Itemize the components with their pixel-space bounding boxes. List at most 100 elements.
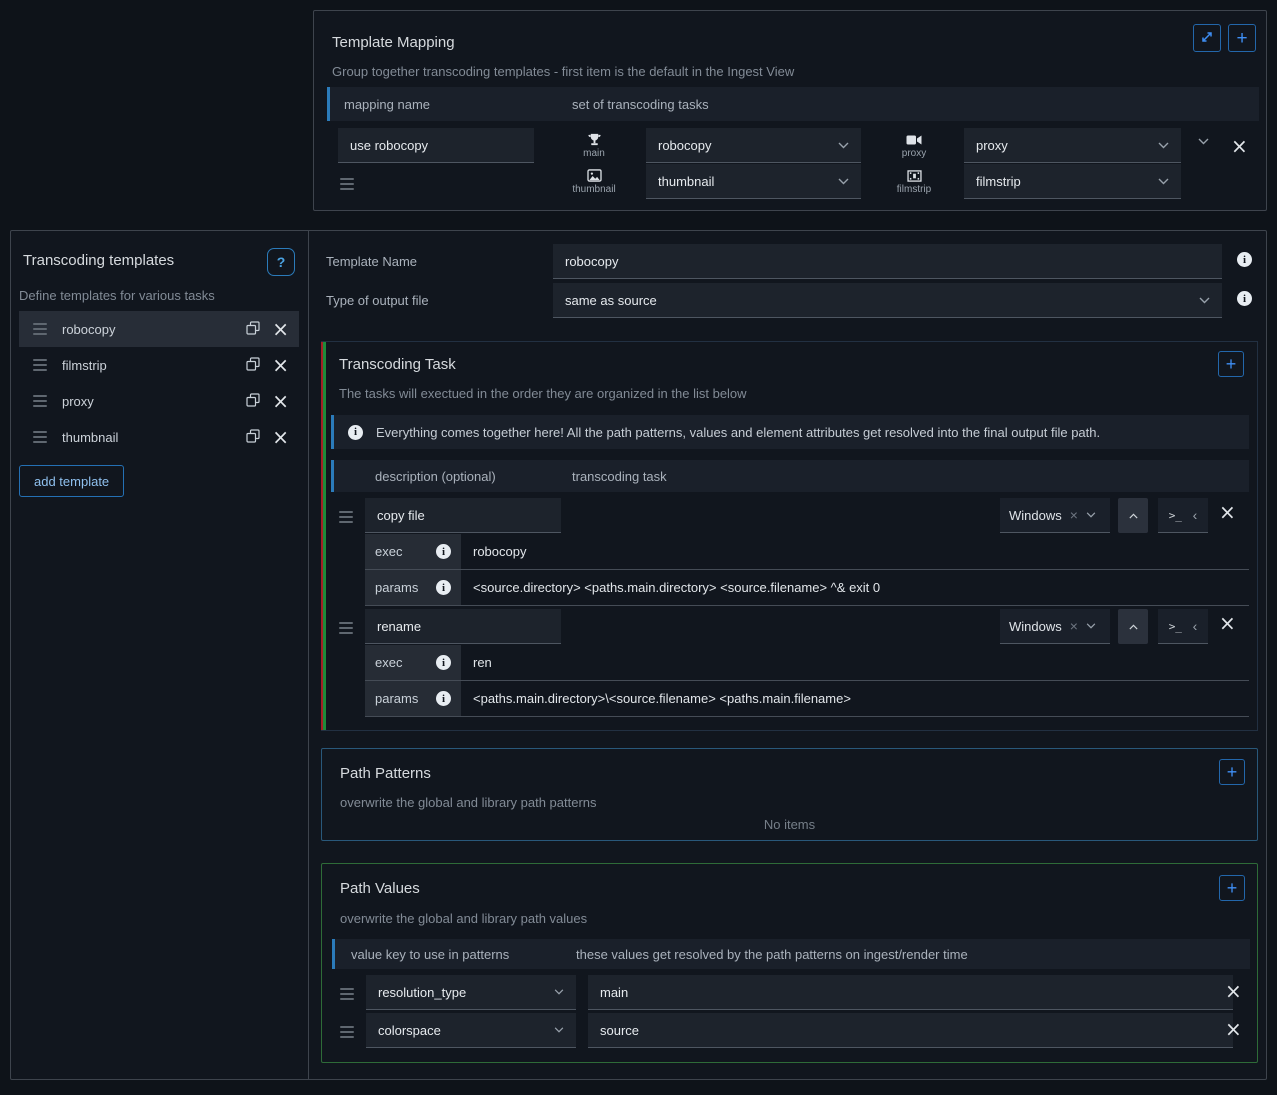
mapping-name-input[interactable] <box>338 128 534 163</box>
path-value-key-select[interactable]: resolution_type <box>366 975 576 1010</box>
mapping-task-select-proxy-value: proxy <box>976 138 1008 153</box>
copy-icon <box>246 429 260 446</box>
exec-value[interactable]: robocopy <box>461 534 526 569</box>
slot-thumbnail-label: thumbnail <box>572 184 615 195</box>
task-type-toggle[interactable]: >_ ‹ <box>1158 498 1208 533</box>
delete-template-button[interactable]: × <box>272 391 289 411</box>
sidebar-item-label: thumbnail <box>62 430 240 445</box>
section-stripe-green <box>323 342 326 730</box>
help-button[interactable]: ? <box>267 248 295 276</box>
task-os-multiselect[interactable]: Windows × <box>1000 609 1110 644</box>
mapping-task-select-main[interactable]: robocopy <box>646 128 861 163</box>
exec-value[interactable]: ren <box>461 645 492 680</box>
sidebar-item-filmstrip[interactable]: filmstrip × <box>19 347 299 383</box>
delete-template-button[interactable]: × <box>272 427 289 447</box>
path-value-drag-handle[interactable] <box>340 1023 354 1041</box>
task-params-row: params i <source.directory> <paths.main.… <box>365 570 1249 606</box>
path-patterns-title: Path Patterns <box>340 765 431 782</box>
params-label-cell: params i <box>365 681 461 716</box>
drag-handle-icon[interactable] <box>33 428 47 446</box>
terminal-icon[interactable]: >_ <box>1169 620 1182 633</box>
duplicate-template-button[interactable] <box>240 321 266 338</box>
duplicate-template-button[interactable] <box>240 429 266 446</box>
question-icon: ? <box>277 254 286 270</box>
path-values-key-column-header: value key to use in patterns <box>351 947 576 962</box>
delete-template-button[interactable]: × <box>272 319 289 339</box>
add-task-button[interactable]: + <box>1218 351 1244 377</box>
chevron-down-icon <box>1158 142 1169 149</box>
path-patterns-subtitle: overwrite the global and library path pa… <box>340 795 597 810</box>
path-value-drag-handle[interactable] <box>340 985 354 1003</box>
path-value-input[interactable] <box>588 1013 1233 1048</box>
delete-template-button[interactable]: × <box>272 355 289 375</box>
mapping-task-select-filmstrip[interactable]: filmstrip <box>964 164 1181 199</box>
chevron-down-icon <box>554 1027 564 1033</box>
task-delete-button[interactable]: × <box>1219 502 1236 522</box>
exec-label: exec <box>375 544 402 559</box>
output-type-select[interactable]: same as source <box>553 283 1222 318</box>
sidebar-item-robocopy[interactable]: robocopy × <box>19 311 299 347</box>
chevron-down-icon <box>1199 297 1210 304</box>
sidebar-item-label: proxy <box>62 394 240 409</box>
os-tag-remove-icon[interactable]: × <box>1070 507 1078 523</box>
task-drag-handle[interactable] <box>339 619 353 637</box>
path-patterns-empty-state: No items <box>322 817 1257 832</box>
task-delete-button[interactable]: × <box>1219 613 1236 633</box>
task-description-input[interactable] <box>365 498 561 533</box>
plus-icon: + <box>1227 763 1238 781</box>
slot-proxy-label: proxy <box>902 148 926 159</box>
angle-left-icon[interactable]: ‹ <box>1193 507 1198 523</box>
path-value-key-select[interactable]: colorspace <box>366 1013 576 1048</box>
duplicate-template-button[interactable] <box>240 393 266 410</box>
output-type-label: Type of output file <box>326 293 429 308</box>
transcoding-templates-sidebar: Transcoding templates ? Define templates… <box>11 231 309 1079</box>
os-tag-remove-icon[interactable]: × <box>1070 618 1078 634</box>
template-mapping-panel: Template Mapping Group together transcod… <box>313 10 1267 211</box>
drag-handle-icon[interactable] <box>33 320 47 338</box>
os-tag-label: Windows <box>1009 619 1062 634</box>
template-name-input[interactable] <box>553 244 1222 279</box>
drag-handle-icon[interactable] <box>33 356 47 374</box>
copy-icon <box>246 321 260 338</box>
sidebar-item-proxy[interactable]: proxy × <box>19 383 299 419</box>
info-icon: i <box>436 580 451 595</box>
image-icon <box>587 169 602 182</box>
path-value-delete-button[interactable]: × <box>1225 981 1242 1001</box>
task-description-input[interactable] <box>365 609 561 644</box>
mapping-collapse-button[interactable] <box>1198 138 1209 145</box>
params-value[interactable]: <paths.main.directory>\<source.filename>… <box>461 681 851 716</box>
transcoding-task-title: Transcoding Task <box>339 356 456 373</box>
duplicate-template-button[interactable] <box>240 357 266 374</box>
add-path-value-button[interactable]: + <box>1219 875 1245 901</box>
sidebar-item-thumbnail[interactable]: thumbnail × <box>19 419 299 455</box>
info-icon: i <box>1237 291 1252 306</box>
params-value[interactable]: <source.directory> <paths.main.directory… <box>461 570 880 605</box>
add-mapping-button[interactable]: + <box>1228 24 1256 52</box>
chevron-up-icon <box>1129 624 1138 630</box>
task-collapse-button[interactable] <box>1118 498 1148 533</box>
terminal-icon[interactable]: >_ <box>1169 509 1182 522</box>
mapping-name-column-header: mapping name <box>344 97 572 112</box>
angle-left-icon[interactable]: ‹ <box>1193 618 1198 634</box>
copy-icon <box>246 393 260 410</box>
mapping-delete-button[interactable]: × <box>1231 136 1248 156</box>
os-tag-label: Windows <box>1009 508 1062 523</box>
mapping-slot-icons-b: proxy filmstrip <box>884 128 944 200</box>
mapping-drag-handle[interactable] <box>340 175 354 193</box>
add-path-pattern-button[interactable]: + <box>1219 759 1245 785</box>
slot-filmstrip-label: filmstrip <box>897 184 931 195</box>
drag-handle-icon[interactable] <box>33 392 47 410</box>
mapping-task-select-proxy[interactable]: proxy <box>964 128 1181 163</box>
expand-button[interactable] <box>1193 24 1221 52</box>
slot-thumbnail: thumbnail <box>558 164 630 200</box>
task-collapse-button[interactable] <box>1118 609 1148 644</box>
task-os-multiselect[interactable]: Windows × <box>1000 498 1110 533</box>
path-value-delete-button[interactable]: × <box>1225 1019 1242 1039</box>
task-type-toggle[interactable]: >_ ‹ <box>1158 609 1208 644</box>
slot-filmstrip: filmstrip <box>884 164 944 200</box>
path-value-input[interactable] <box>588 975 1233 1010</box>
slot-main-label: main <box>583 148 605 159</box>
add-template-button[interactable]: add template <box>19 465 124 497</box>
task-drag-handle[interactable] <box>339 508 353 526</box>
mapping-task-select-thumbnail[interactable]: thumbnail <box>646 164 861 199</box>
